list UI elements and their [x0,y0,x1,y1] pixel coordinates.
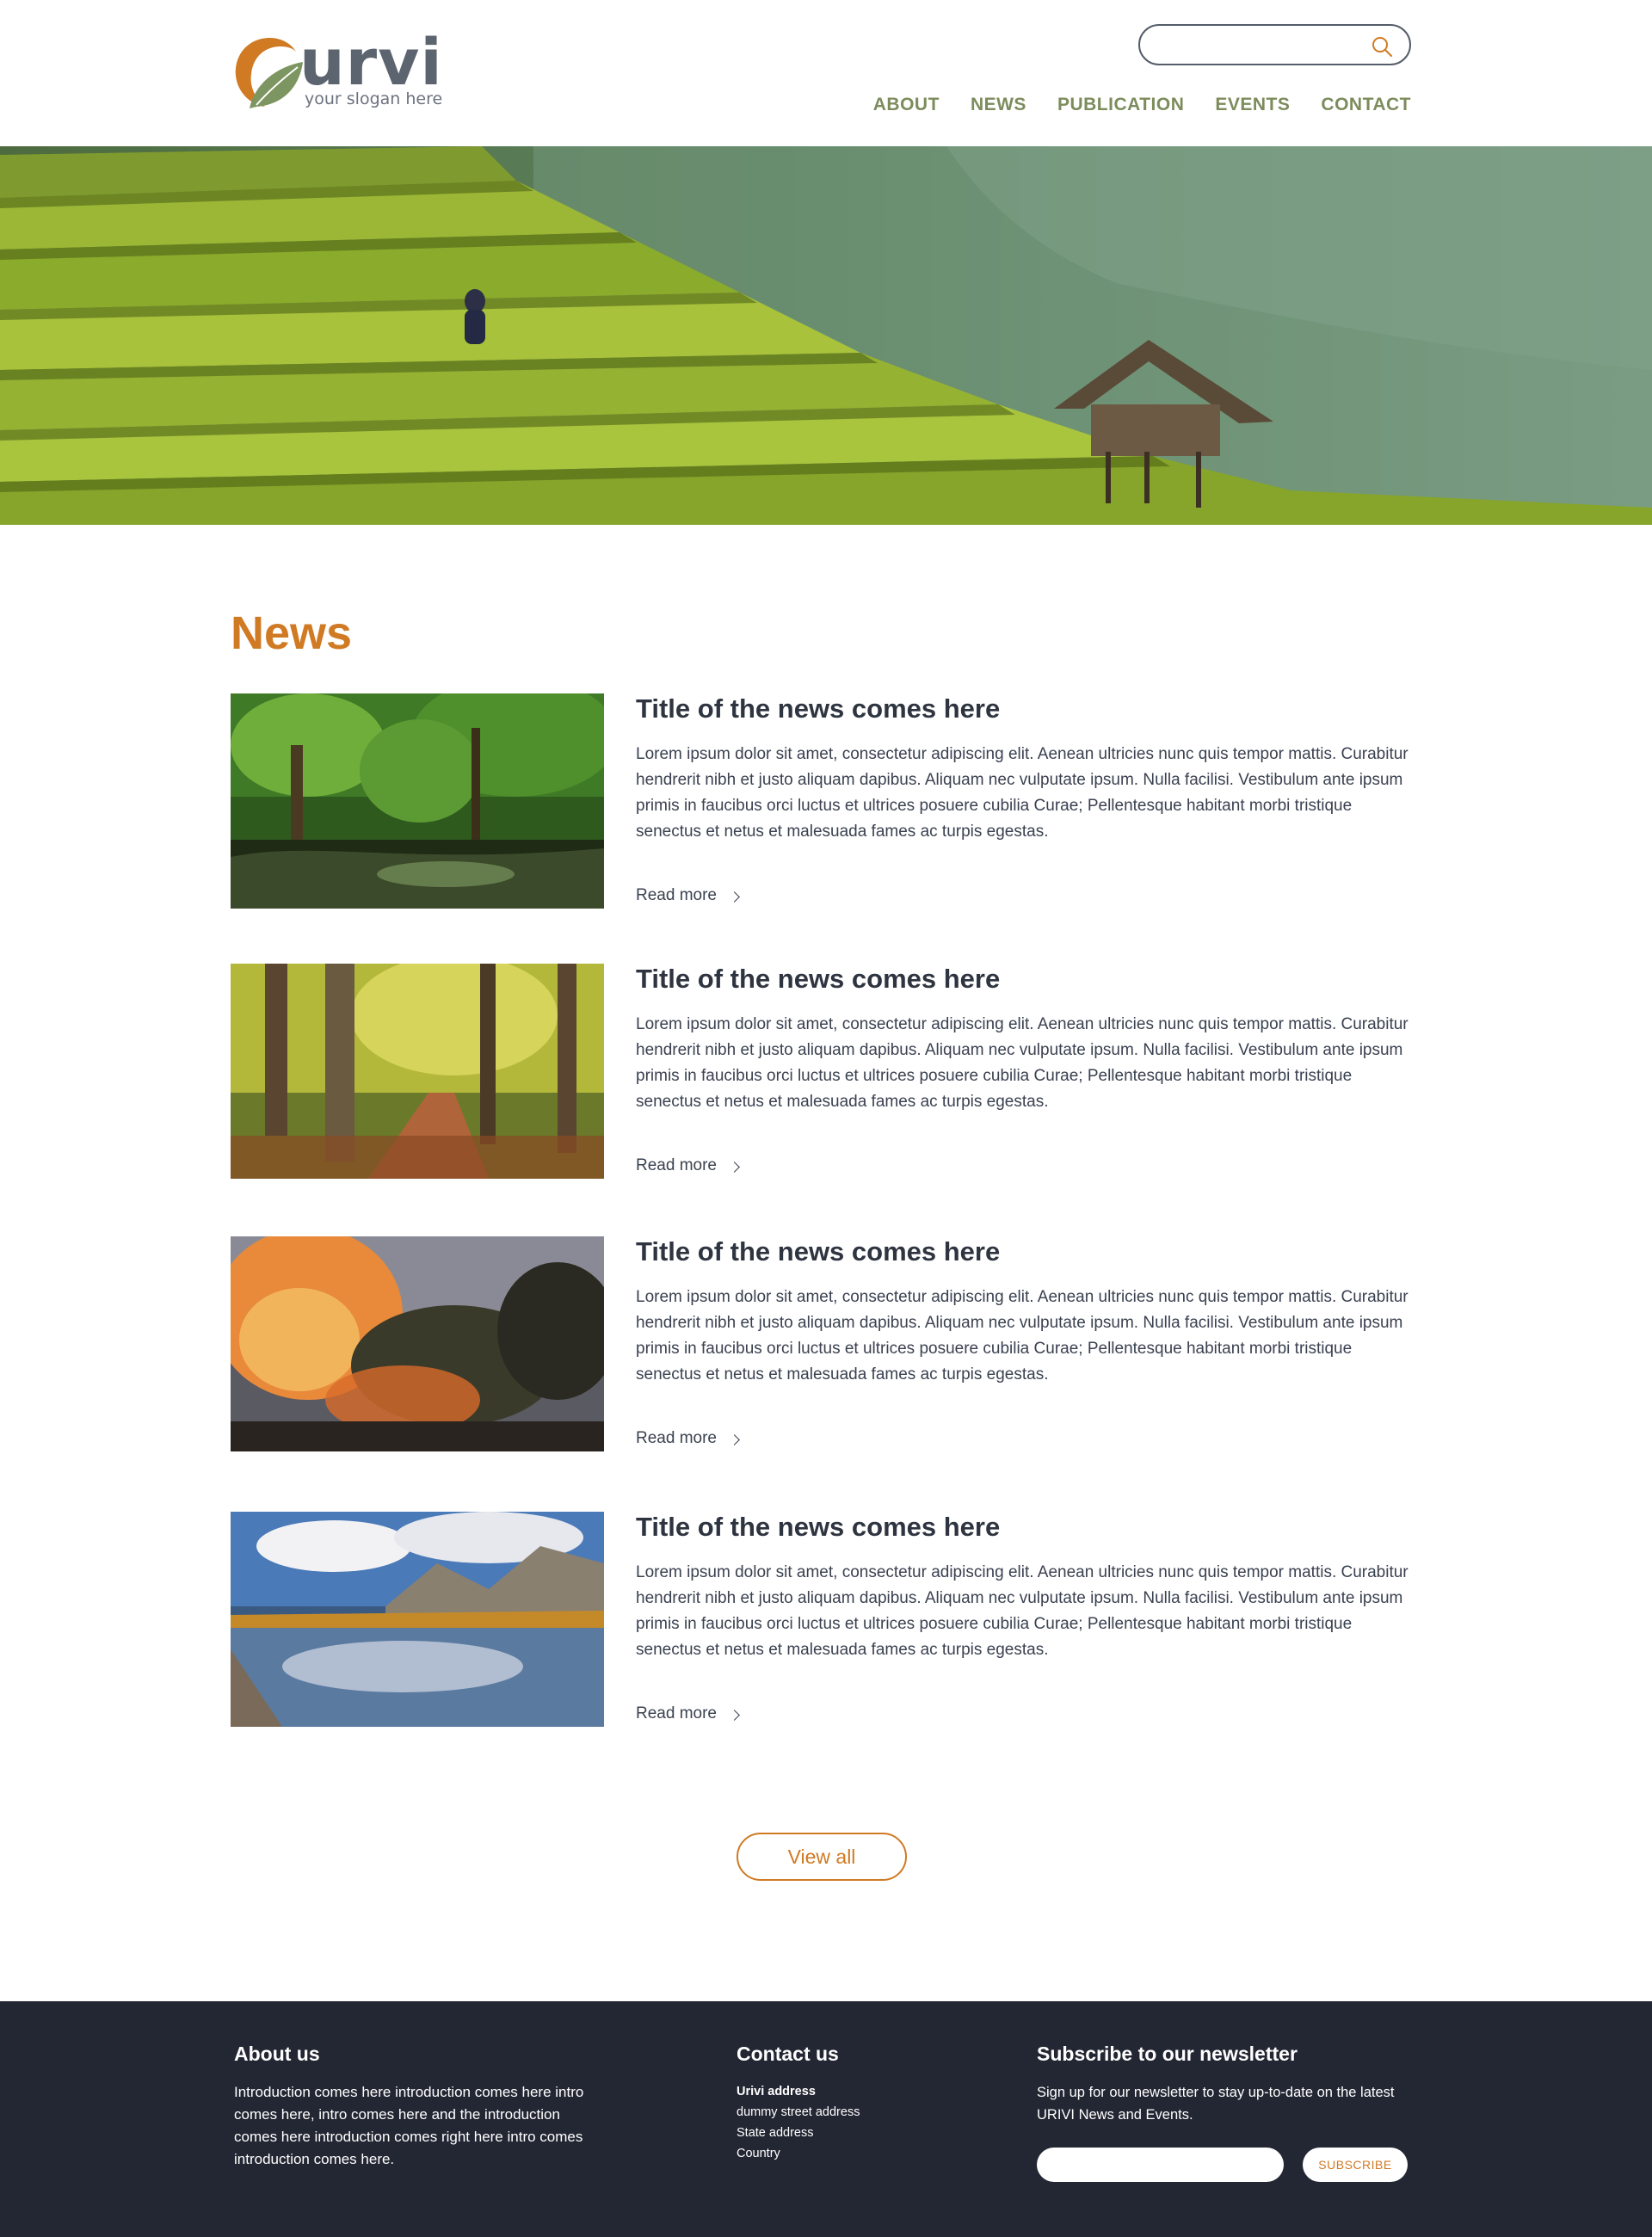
logo-slogan: your slogan here [305,89,443,108]
footer-about-title: About us [234,2043,320,2065]
nav-item-contact[interactable]: CONTACT [1321,95,1411,115]
contact-address-name: Urivi address [737,2085,816,2098]
read-more-label: Read more [636,1704,717,1722]
news-item: Title of the news comes here Lorem ipsum… [231,1236,1411,1453]
hero-banner [0,146,1652,525]
chevron-right-icon [729,1709,740,1721]
nav-item-publication[interactable]: PUBLICATION [1057,95,1184,115]
hero-image-rice-terraces [0,146,1652,525]
news-image-autumn-forest [231,964,604,1179]
site-header: urvi your slogan here ABOUT NEWS PUBLICA… [0,0,1652,146]
news-thumbnail[interactable] [231,1236,604,1451]
chevron-right-icon [729,1161,740,1173]
chevron-right-icon [729,1433,740,1445]
news-thumbnail[interactable] [231,964,604,1179]
news-excerpt: Lorem ipsum dolor sit amet, consectetur … [636,1288,1409,1383]
site-footer: About us Introduction comes here introdu… [0,2001,1652,2237]
contact-state: State address [737,2126,814,2140]
nav-item-about[interactable]: ABOUT [873,95,940,115]
read-more-label: Read more [636,886,717,904]
nav-item-news[interactable]: NEWS [971,95,1026,115]
read-more-link[interactable]: Read more [636,886,740,905]
news-title[interactable]: Title of the news comes here [636,1236,1000,1267]
footer-newsletter: Subscribe to our newsletter Sign up for … [1037,2043,1415,2197]
news-item: Title of the news comes here Lorem ipsum… [231,1512,1411,1729]
news-item: Title of the news comes here Lorem ipsum… [231,964,1411,1180]
newsletter-title: Subscribe to our newsletter [1037,2043,1298,2065]
read-more-link[interactable]: Read more [636,1429,740,1448]
chevron-right-icon [729,890,740,903]
news-excerpt: Lorem ipsum dolor sit amet, consectetur … [636,745,1409,841]
newsletter-email-input[interactable] [1037,2148,1284,2182]
subscribe-button[interactable]: SUBSCRIBE [1303,2148,1408,2182]
search-input[interactable] [1157,33,1355,57]
news-title[interactable]: Title of the news comes here [636,964,1000,995]
read-more-label: Read more [636,1429,717,1447]
newsletter-text: Sign up for our newsletter to stay up-to… [1037,2085,1395,2123]
news-item: Title of the news comes here Lorem ipsum… [231,693,1411,910]
site-logo[interactable]: urvi your slogan here [231,26,442,119]
read-more-link[interactable]: Read more [636,1704,740,1723]
news-title[interactable]: Title of the news comes here [636,693,1000,724]
search-icon[interactable] [1370,34,1394,59]
news-image-forest-fire [231,1236,604,1451]
read-more-link[interactable]: Read more [636,1156,740,1175]
contact-street: dummy street address [737,2105,860,2119]
leaf-logo-icon [235,38,303,108]
footer-contact: Contact us Urivi address dummy street ad… [737,2043,952,2164]
footer-contact-title: Contact us [737,2043,839,2065]
nav-item-events[interactable]: EVENTS [1215,95,1290,115]
contact-country: Country [737,2147,780,2160]
footer-about: About us Introduction comes here introdu… [234,2043,595,2171]
footer-about-text: Introduction comes here introduction com… [234,2084,584,2167]
view-all-button[interactable]: View all [737,1833,907,1881]
news-image-tropical-forest [231,693,604,909]
news-title[interactable]: Title of the news comes here [636,1512,1000,1543]
news-excerpt: Lorem ipsum dolor sit amet, consectetur … [636,1563,1409,1659]
news-thumbnail[interactable] [231,1512,604,1727]
news-section-title: News [231,607,353,659]
read-more-label: Read more [636,1156,717,1174]
news-image-mountain-lake [231,1512,604,1727]
news-thumbnail[interactable] [231,693,604,909]
news-excerpt: Lorem ipsum dolor sit amet, consectetur … [636,1015,1409,1111]
search-box [1138,24,1411,65]
main-nav: ABOUT NEWS PUBLICATION EVENTS CONTACT [873,95,1411,115]
